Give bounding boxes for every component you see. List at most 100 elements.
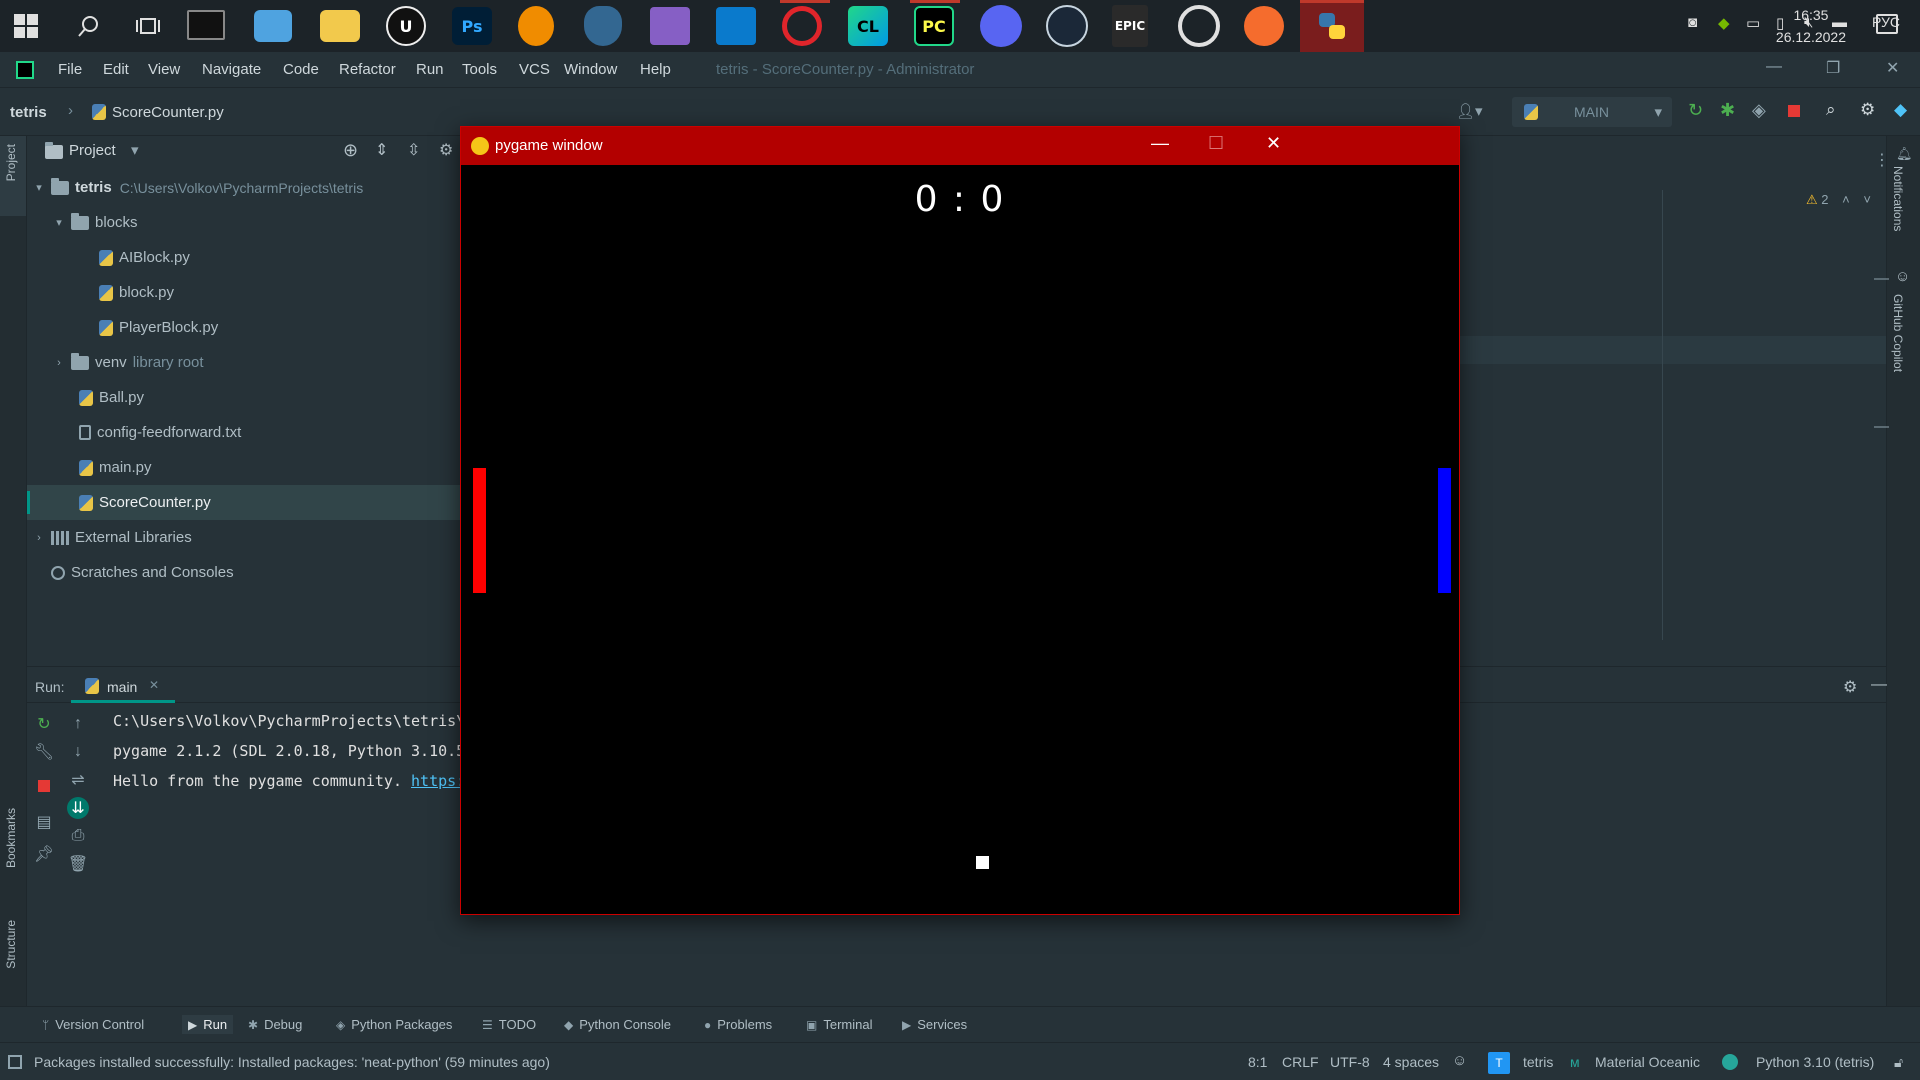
clion-icon[interactable]: CL: [848, 6, 888, 46]
expand-all-icon[interactable]: ⇕: [375, 140, 388, 160]
steam-icon[interactable]: [1046, 5, 1088, 47]
menu-file[interactable]: File: [58, 61, 82, 78]
run-tab-main[interactable]: main ✕: [71, 667, 175, 703]
copilot-status-icon[interactable]: ☺: [1452, 1052, 1467, 1069]
tree-item-block[interactable]: block.py: [27, 275, 460, 310]
cursor-position[interactable]: 8:1: [1248, 1054, 1267, 1070]
plugin-icon[interactable]: ◆: [1894, 100, 1907, 120]
project-view-title[interactable]: Project: [69, 142, 116, 159]
settings-gear-icon[interactable]: ⚙: [1860, 100, 1875, 120]
tab-run[interactable]: ▶ Run: [182, 1015, 234, 1034]
chevron-up-icon[interactable]: ˄: [1842, 192, 1850, 207]
photoshop-icon[interactable]: Ps: [452, 7, 492, 45]
tab-python-console[interactable]: ◆ Python Console: [564, 1017, 671, 1032]
python-icon[interactable]: [1300, 0, 1364, 52]
coverage-icon[interactable]: ◈: [1752, 100, 1766, 121]
file-explorer-icon[interactable]: [320, 10, 360, 42]
notifications-bell-icon[interactable]: 🔔︎: [1896, 146, 1913, 162]
network-icon[interactable]: ▭: [1746, 14, 1760, 32]
menu-navigate[interactable]: Navigate: [202, 61, 261, 78]
chevron-down-icon[interactable]: ▾: [131, 141, 139, 159]
search-icon[interactable]: [67, 4, 111, 48]
stop-icon[interactable]: [1788, 105, 1800, 117]
copilot-icon[interactable]: ☺: [1895, 268, 1910, 285]
tree-item-aiblock[interactable]: AIBlock.py: [27, 240, 460, 275]
run-hide-icon[interactable]: —: [1871, 676, 1887, 694]
ubisoft-connect-icon[interactable]: [1178, 5, 1220, 47]
wrench-icon[interactable]: 🔧︎: [33, 741, 55, 763]
menu-refactor[interactable]: Refactor: [339, 61, 396, 78]
tree-item-root[interactable]: ▾ tetris C:\Users\Volkov\PycharmProjects…: [27, 170, 460, 205]
collapse-all-icon[interactable]: ⇳: [407, 140, 420, 160]
notifications-tab[interactable]: Notifications: [1891, 166, 1905, 231]
ide-close-icon[interactable]: ✕: [1886, 58, 1899, 78]
epic-games-icon[interactable]: EPIC: [1112, 5, 1148, 47]
tab-services[interactable]: ▶ Services: [902, 1017, 967, 1032]
menu-vcs[interactable]: VCS: [519, 61, 550, 78]
layout-icon[interactable]: ▤: [33, 811, 55, 833]
tab-python-packages[interactable]: ◈ Python Packages: [336, 1017, 452, 1032]
project-name[interactable]: tetris: [1523, 1054, 1553, 1070]
rerun-icon[interactable]: ↻: [1688, 100, 1703, 121]
project-tool-tab[interactable]: Project: [0, 136, 26, 216]
discord-tray-icon[interactable]: ◙: [1688, 14, 1697, 31]
tree-item-main[interactable]: main.py: [27, 450, 460, 485]
unreal-engine-icon[interactable]: U: [386, 6, 426, 46]
tree-item-scratches[interactable]: Scratches and Consoles: [27, 555, 460, 590]
windows-start-icon[interactable]: [4, 4, 48, 48]
indent-setting[interactable]: 4 spaces: [1383, 1054, 1439, 1070]
line-ending[interactable]: CRLF: [1282, 1054, 1319, 1070]
menu-help[interactable]: Help: [640, 61, 671, 78]
nvidia-tray-icon[interactable]: ◆: [1718, 14, 1730, 32]
tree-item-scorecounter[interactable]: ScoreCounter.py: [27, 485, 460, 520]
maximize-icon[interactable]: ☐: [1208, 133, 1224, 154]
minimize-icon[interactable]: —: [1151, 133, 1169, 154]
breadcrumb-project[interactable]: tetris: [10, 104, 47, 121]
tab-version-control[interactable]: ᛘ Version Control: [42, 1017, 144, 1032]
tree-item-venv[interactable]: › venv library root: [27, 345, 460, 380]
project-badge[interactable]: T: [1488, 1052, 1510, 1074]
close-icon[interactable]: ✕: [1266, 133, 1281, 154]
console-link[interactable]: https:: [411, 772, 465, 790]
run-settings-gear-icon[interactable]: ⚙: [1843, 677, 1857, 697]
chevron-down-icon[interactable]: ▾: [51, 216, 67, 229]
pygame-canvas[interactable]: 0 : 0: [461, 165, 1459, 914]
status-message[interactable]: Packages installed successfully: Install…: [34, 1054, 550, 1070]
panel-options-gear-icon[interactable]: ⚙: [439, 140, 453, 160]
trash-icon[interactable]: 🗑︎: [67, 853, 89, 875]
tree-item-external-libraries[interactable]: › External Libraries: [27, 520, 460, 555]
user-icon[interactable]: 👤︎▾: [1456, 102, 1483, 120]
panel-minimize-icon[interactable]: —: [1874, 270, 1889, 287]
pygame-window[interactable]: pygame window — ☐ ✕ 0 : 0: [460, 126, 1460, 915]
github-copilot-tab[interactable]: GitHub Copilot: [1891, 294, 1905, 372]
tree-item-ball[interactable]: Ball.py: [27, 380, 460, 415]
notification-center-icon[interactable]: [1876, 14, 1898, 34]
bookmarks-tab[interactable]: Bookmarks: [4, 808, 18, 868]
clock[interactable]: 16:35 26.12.2022: [1776, 4, 1846, 48]
status-toggle-icon[interactable]: [8, 1055, 22, 1069]
menu-edit[interactable]: Edit: [103, 61, 129, 78]
chevron-right-icon[interactable]: ›: [51, 357, 67, 369]
opera-icon[interactable]: [782, 6, 822, 46]
fl-studio-icon[interactable]: [518, 6, 554, 46]
close-tab-icon[interactable]: ✕: [149, 678, 159, 692]
tab-todo[interactable]: ☰ TODO: [482, 1017, 536, 1032]
control-panel-icon[interactable]: [254, 10, 292, 42]
interpreter[interactable]: Python 3.10 (tetris): [1756, 1054, 1874, 1070]
tab-problems[interactable]: ● Problems: [704, 1017, 772, 1032]
tab-terminal[interactable]: ▣ Terminal: [806, 1017, 872, 1032]
chevron-down-icon[interactable]: ˅: [1863, 192, 1871, 207]
chevron-down-icon[interactable]: ▾: [31, 181, 47, 194]
scroll-down-icon[interactable]: ↓: [67, 741, 89, 763]
structure-tab[interactable]: Structure: [4, 920, 18, 969]
soft-wrap-icon[interactable]: ⇌: [67, 769, 89, 791]
debug-icon[interactable]: ✱: [1720, 100, 1735, 121]
tab-debug[interactable]: ✱ Debug: [248, 1017, 302, 1032]
menu-run[interactable]: Run: [416, 61, 444, 78]
rerun-icon[interactable]: ↻: [33, 713, 55, 735]
vscode-icon[interactable]: [716, 7, 756, 45]
stop-icon[interactable]: [33, 775, 55, 797]
menu-code[interactable]: Code: [283, 61, 319, 78]
run-configuration-selector[interactable]: MAIN ▾: [1512, 97, 1672, 127]
locate-file-icon[interactable]: ⊕: [343, 140, 358, 161]
